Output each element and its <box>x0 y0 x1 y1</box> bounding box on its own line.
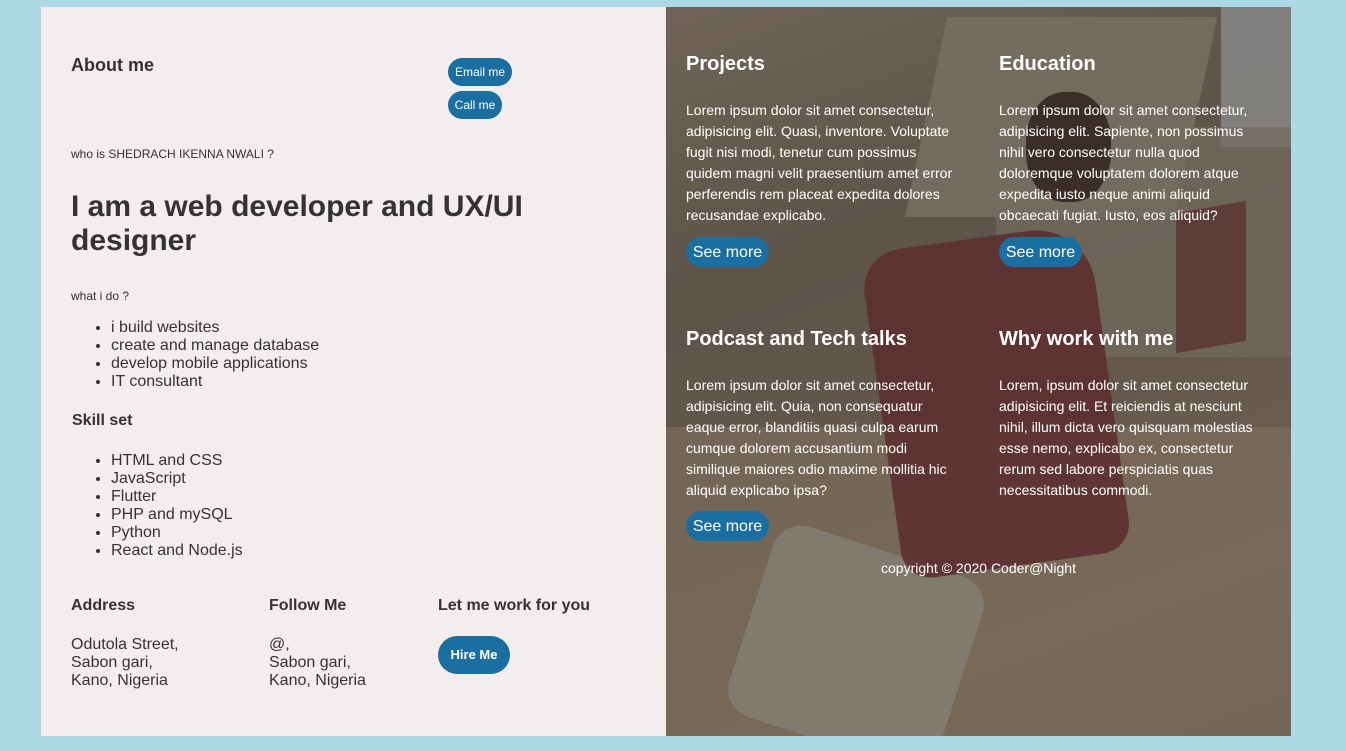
hire-me-button[interactable]: Hire Me <box>438 636 510 674</box>
follow-block: @, Sabon gari, Kano, Nigeria <box>269 636 366 690</box>
list-item: i build websites <box>111 319 319 337</box>
email-me-button[interactable]: Email me <box>448 58 512 86</box>
follow-line: Sabon gari, <box>269 654 351 671</box>
work-for-you-title: Let me work for you <box>438 597 591 614</box>
card-podcast: Podcast and Tech talks Lorem ipsum dolor… <box>686 327 956 541</box>
card-text: Lorem ipsum dolor sit amet consectetur, … <box>999 102 1248 223</box>
address-line: Sabon gari, <box>71 654 153 671</box>
card-text: Lorem ipsum dolor sit amet consectetur, … <box>686 102 953 223</box>
address-block: Odutola Street, Sabon gari, Kano, Nigeri… <box>71 636 179 690</box>
list-item: JavaScript <box>111 470 243 488</box>
see-more-button[interactable]: See more <box>999 237 1082 267</box>
see-more-button[interactable]: See more <box>686 511 769 541</box>
copyright-text: copyright © 2020 Coder@Night <box>881 560 1076 576</box>
list-item: Flutter <box>111 488 243 506</box>
list-item: IT consultant <box>111 373 319 391</box>
about-panel: About me Email me Call me who is SHEDRAC… <box>41 7 666 736</box>
card-text: Lorem ipsum dolor sit amet consectetur, … <box>686 377 947 498</box>
follow-line: Kano, Nigeria <box>269 672 366 689</box>
card-text: Lorem, ipsum dolor sit amet consectetur … <box>999 377 1253 498</box>
card-title: Podcast and Tech talks <box>686 328 907 350</box>
list-item: React and Node.js <box>111 542 243 560</box>
services-list: i build websites create and manage datab… <box>71 319 319 391</box>
portfolio-panel: Projects Lorem ipsum dolor sit amet cons… <box>666 7 1291 736</box>
list-item: PHP and mySQL <box>111 506 243 524</box>
card-education: Education Lorem ipsum dolor sit amet con… <box>999 52 1269 267</box>
skill-set-title: Skill set <box>72 412 133 429</box>
follow-me-title: Follow Me <box>269 597 347 614</box>
list-item: HTML and CSS <box>111 452 243 470</box>
card-projects: Projects Lorem ipsum dolor sit amet cons… <box>686 52 956 267</box>
list-item: create and manage database <box>111 337 319 355</box>
page-frame: About me Email me Call me who is SHEDRAC… <box>41 7 1291 736</box>
headline: I am a web developer and UX/UI designer <box>71 190 523 257</box>
card-title: Education <box>999 53 1096 75</box>
see-more-button[interactable]: See more <box>686 237 769 267</box>
card-title: Projects <box>686 53 765 75</box>
what-i-do-label: what i do ? <box>71 289 130 303</box>
list-item: develop mobile applications <box>111 355 319 373</box>
address-title: Address <box>71 597 136 614</box>
list-item: Python <box>111 524 243 542</box>
address-line: Kano, Nigeria <box>71 672 168 689</box>
who-is-text: who is SHEDRACH IKENNA NWALI ? <box>71 147 274 161</box>
skills-list: HTML and CSS JavaScript Flutter PHP and … <box>71 452 243 560</box>
address-line: Odutola Street, <box>71 636 179 653</box>
card-why-work: Why work with me Lorem, ipsum dolor sit … <box>999 327 1269 501</box>
follow-line[interactable]: @, <box>269 636 366 654</box>
call-me-button[interactable]: Call me <box>448 91 502 119</box>
about-title: About me <box>71 55 154 75</box>
card-title: Why work with me <box>999 328 1174 350</box>
